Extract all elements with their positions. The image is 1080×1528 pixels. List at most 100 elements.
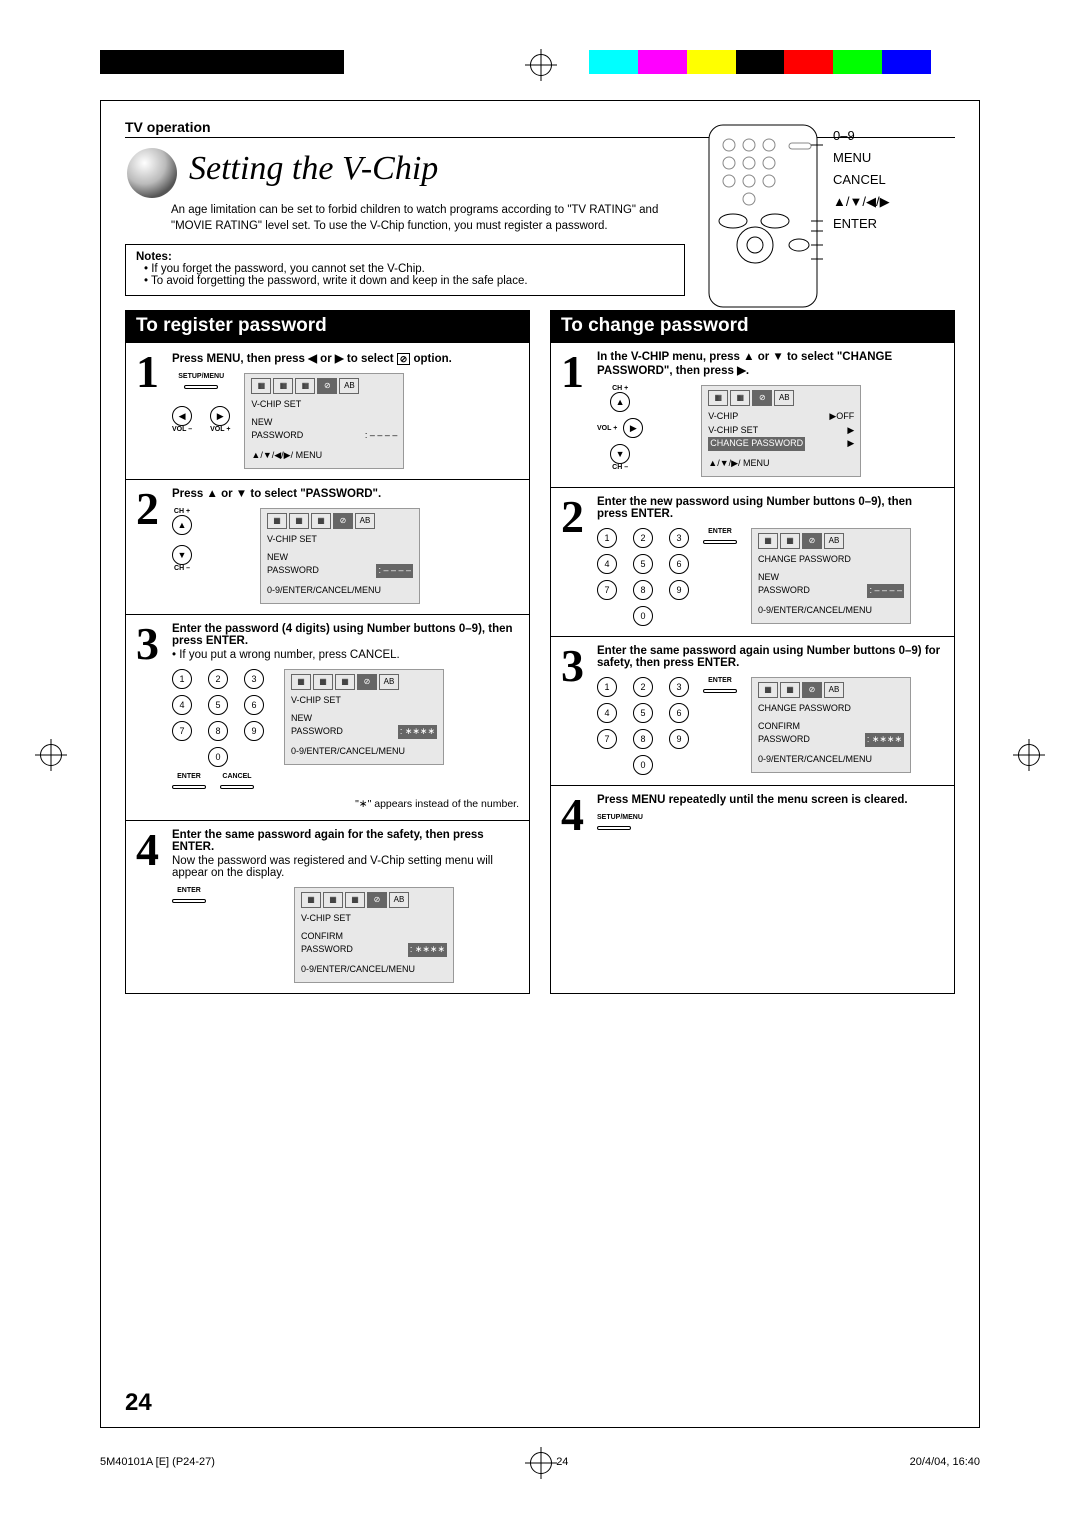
step-subtext: Now the password was registered and V-Ch…: [172, 855, 519, 879]
keypad-8: 8: [208, 721, 228, 741]
remote-label: CANCEL: [833, 169, 890, 191]
step-text: In the V-CHIP menu, press ▲ or ▼ to sele…: [597, 351, 944, 377]
note-item: If you forget the password, you cannot s…: [144, 263, 674, 275]
ch-down-button: ▼: [610, 444, 630, 464]
step: 2 Press ▲ or ▼ to select "PASSWORD". CH …: [126, 480, 529, 614]
keypad-9: 9: [669, 729, 689, 749]
ch-up-button: ▲: [172, 515, 192, 535]
change-column: To change password 1 In the V-CHIP menu,…: [550, 310, 955, 994]
note-item: To avoid forgetting the password, write …: [144, 275, 674, 287]
keypad-5: 5: [633, 703, 653, 723]
enter-button: [703, 689, 737, 693]
step: 2 Enter the new password using Number bu…: [551, 488, 954, 636]
enter-button: [703, 540, 737, 544]
keypad-4: 4: [172, 695, 192, 715]
step-text: Press MENU repeatedly until the menu scr…: [597, 794, 944, 806]
step-number: 4: [136, 829, 166, 983]
keypad-1: 1: [597, 528, 617, 548]
registration-mark-icon: [530, 54, 552, 76]
remote-label: MENU: [833, 147, 890, 169]
osd-screen: ▦▦▦⊘AB V-CHIP SET NEW PASSWORD: – – – – …: [244, 373, 404, 469]
keypad-7: 7: [172, 721, 192, 741]
keypad-8: 8: [633, 580, 653, 600]
step-text: Enter the new password using Number butt…: [597, 496, 944, 520]
remote-label: 0–9: [833, 125, 890, 147]
step: 3 Enter the same password again using Nu…: [551, 637, 954, 785]
remote-diagram: 0–9 MENU CANCEL ▲/▼/◀/▶ ENTER: [703, 121, 953, 311]
remote-buttons: 1 2 3 4 5 6 7 8 9 0: [172, 669, 270, 792]
keypad-4: 4: [597, 703, 617, 723]
keypad-2: 2: [633, 528, 653, 548]
keypad-6: 6: [244, 695, 264, 715]
keypad-9: 9: [244, 721, 264, 741]
register-column: To register password 1 Press MENU, then …: [125, 310, 530, 994]
keypad-3: 3: [669, 677, 689, 697]
enter-button: [172, 899, 206, 903]
step-note: "∗" appears instead of the number.: [172, 798, 519, 810]
osd-screen: ▦▦▦⊘AB V-CHIP SET NEW PASSWORD: – – – – …: [260, 508, 420, 604]
osd-screen: ▦▦▦⊘AB V-CHIP SET CONFIRM PASSWORD: ∗∗∗∗…: [294, 887, 454, 983]
keypad-4: 4: [597, 554, 617, 574]
osd-screen: ▦▦⊘AB CHANGE PASSWORD CONFIRM PASSWORD: …: [751, 677, 911, 773]
keypad-7: 7: [597, 729, 617, 749]
remote-buttons: CH + ▲ VOL +▶ ▼ CH –: [597, 385, 643, 471]
step-text: Press ▲ or ▼ to select "PASSWORD".: [172, 488, 381, 500]
keypad-5: 5: [208, 695, 228, 715]
remote-labels: 0–9 MENU CANCEL ▲/▼/◀/▶ ENTER: [833, 121, 890, 311]
remote-buttons: 1 2 3 4 5 6 7 8 9: [597, 528, 737, 626]
ch-down-button: ▼: [172, 545, 192, 565]
osd-screen: ▦▦⊘AB V-CHIP▶OFF V-CHIP SET▶ CHANGE PASS…: [701, 385, 861, 477]
step-text: Enter the same password again using Numb…: [597, 645, 944, 669]
footer-mid: 24: [556, 1456, 568, 1468]
keypad-0: 0: [633, 606, 653, 626]
vol-down-button: ◀: [172, 406, 192, 426]
change-heading: To change password: [551, 311, 954, 343]
footer-right: 20/4/04, 16:40: [910, 1456, 980, 1468]
intro-text: An age limitation can be set to forbid c…: [171, 202, 701, 234]
remote-buttons: 1 2 3 4 5 6 7 8 9: [597, 677, 737, 775]
keypad-9: 9: [669, 580, 689, 600]
registration-mark-icon: [1018, 744, 1040, 766]
keypad-2: 2: [208, 669, 228, 689]
remote-label: ▲/▼/◀/▶: [833, 191, 890, 213]
remote-label: ENTER: [833, 213, 890, 235]
step: 1 In the V-CHIP menu, press ▲ or ▼ to se…: [551, 343, 954, 487]
osd-screen: ▦▦▦⊘AB V-CHIP SET NEW PASSWORD: ∗∗∗∗ 0-9…: [284, 669, 444, 765]
step-number: 3: [561, 645, 591, 775]
register-heading: To register password: [126, 311, 529, 343]
cancel-button: [220, 785, 254, 789]
keypad-0: 0: [208, 747, 228, 767]
columns: To register password 1 Press MENU, then …: [125, 310, 955, 994]
keypad-3: 3: [244, 669, 264, 689]
keypad-1: 1: [597, 677, 617, 697]
notes-box: Notes: If you forget the password, you c…: [125, 244, 685, 296]
step-number: 2: [136, 488, 166, 604]
remote-icon: [703, 121, 823, 311]
notes-heading: Notes:: [136, 251, 674, 263]
keypad-6: 6: [669, 703, 689, 723]
step: 3 Enter the password (4 digits) using Nu…: [126, 615, 529, 820]
step: 1 Press MENU, then press ◀ or ▶ to selec…: [126, 343, 529, 479]
prohibit-icon: ⊘: [397, 353, 411, 365]
vol-up-button: ▶: [210, 406, 230, 426]
remote-buttons: ENTER: [172, 887, 206, 906]
keypad-5: 5: [633, 554, 653, 574]
footer: 5M40101A [E] (P24-27) 24 20/4/04, 16:40: [100, 1456, 980, 1468]
step-number: 4: [561, 794, 591, 835]
step-text: Press MENU, then press ◀ or ▶ to select …: [172, 353, 452, 365]
step-text: Enter the password (4 digits) using Numb…: [172, 623, 519, 647]
keypad-3: 3: [669, 528, 689, 548]
step-subtext: • If you put a wrong number, press CANCE…: [172, 649, 519, 661]
step-text: Enter the same password again for the sa…: [172, 829, 519, 853]
keypad-2: 2: [633, 677, 653, 697]
keypad-8: 8: [633, 729, 653, 749]
step-number: 2: [561, 496, 591, 626]
remote-buttons: CH + ▲ ▼ CH –: [172, 508, 192, 572]
page-number: 24: [125, 1389, 152, 1417]
keypad-0: 0: [633, 755, 653, 775]
sphere-icon: [125, 146, 179, 200]
keypad-1: 1: [172, 669, 192, 689]
enter-button: [172, 785, 206, 789]
page-title: Setting the V-Chip: [189, 150, 438, 188]
menu-button: [184, 385, 218, 389]
